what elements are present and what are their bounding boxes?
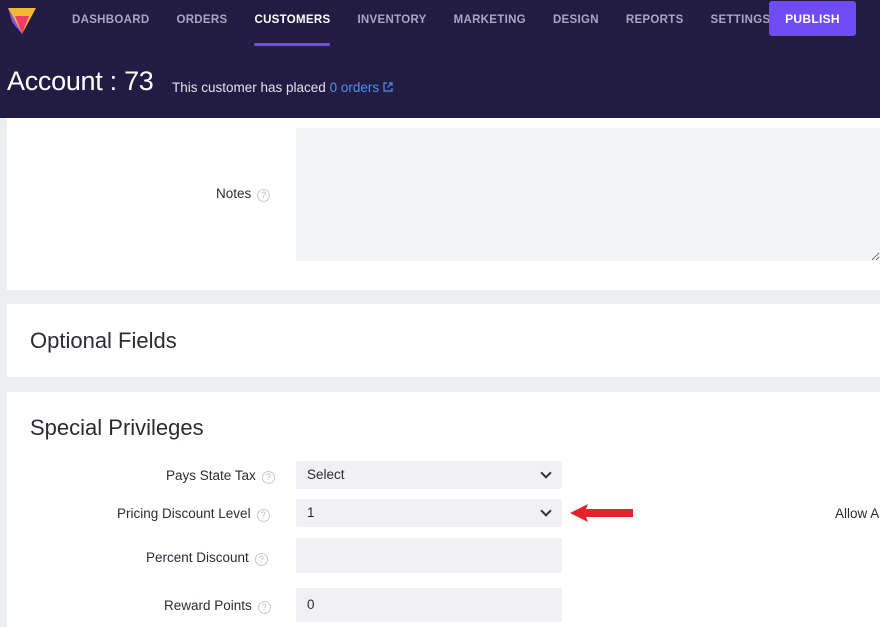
help-circle-icon[interactable]: ? — [256, 509, 270, 522]
percent-discount-label-text: Percent Discount — [146, 550, 249, 565]
main-nav: DASHBOARD ORDERS CUSTOMERS INVENTORY MAR… — [72, 0, 797, 46]
notes-label: Notes? — [216, 186, 271, 202]
reward-points-label: Reward Points? — [164, 598, 271, 614]
nav-settings[interactable]: SETTINGS — [711, 0, 771, 46]
chevron-down-icon — [540, 505, 552, 517]
help-circle-icon[interactable]: ? — [257, 189, 271, 202]
red-arrow-icon — [570, 504, 633, 522]
pricing-discount-level-select[interactable]: 1 — [296, 499, 562, 527]
order-summary-text: This customer has placed — [172, 80, 326, 95]
help-circle-icon[interactable]: ? — [254, 553, 268, 566]
pays-state-tax-select[interactable]: Select — [296, 461, 562, 489]
allow-label: Allow A — [835, 506, 880, 521]
nav-marketing[interactable]: MARKETING — [454, 0, 526, 46]
notes-label-text: Notes — [216, 186, 252, 201]
nav-dashboard[interactable]: DASHBOARD — [72, 0, 149, 46]
external-link-icon[interactable] — [383, 82, 393, 92]
pays-state-tax-value: Select — [307, 467, 345, 482]
orders-link-label[interactable]: 0 orders — [330, 80, 380, 95]
special-privileges-card: Special Privileges Pays State Tax? Selec… — [7, 392, 880, 627]
publish-button[interactable]: PUBLISH — [769, 1, 856, 36]
reward-points-value: 0 — [307, 597, 315, 612]
pricing-discount-level-value: 1 — [307, 505, 315, 520]
orders-link[interactable]: 0 orders — [330, 80, 394, 95]
optional-fields-card[interactable]: Optional Fields — [7, 304, 880, 377]
pricing-discount-level-label-text: Pricing Discount Level — [117, 506, 251, 521]
pricing-discount-level-label: Pricing Discount Level? — [117, 506, 270, 522]
pays-state-tax-label-text: Pays State Tax — [166, 468, 256, 483]
help-circle-icon[interactable]: ? — [257, 601, 271, 614]
nav-customers[interactable]: CUSTOMERS — [254, 0, 331, 46]
nav-design[interactable]: DESIGN — [553, 0, 599, 46]
percent-discount-input[interactable] — [296, 538, 562, 573]
nav-orders[interactable]: ORDERS — [176, 0, 227, 46]
notes-textarea[interactable] — [296, 128, 880, 261]
brand-logo-icon[interactable] — [6, 4, 38, 38]
top-navigation-bar: DASHBOARD ORDERS CUSTOMERS INVENTORY MAR… — [0, 0, 880, 118]
order-summary: This customer has placed 0 orders — [172, 80, 393, 95]
nav-reports[interactable]: REPORTS — [626, 0, 684, 46]
optional-fields-title[interactable]: Optional Fields — [30, 328, 177, 354]
page-title: Account : 73 — [7, 66, 154, 96]
help-circle-icon[interactable]: ? — [261, 471, 275, 484]
nav-inventory[interactable]: INVENTORY — [357, 0, 426, 46]
chevron-down-icon — [540, 467, 552, 479]
reward-points-input[interactable]: 0 — [296, 588, 562, 622]
pays-state-tax-label: Pays State Tax? — [166, 468, 275, 484]
percent-discount-label: Percent Discount? — [146, 550, 268, 566]
special-privileges-title: Special Privileges — [30, 415, 204, 440]
reward-points-label-text: Reward Points — [164, 598, 252, 613]
notes-card: Notes? — [7, 118, 880, 290]
